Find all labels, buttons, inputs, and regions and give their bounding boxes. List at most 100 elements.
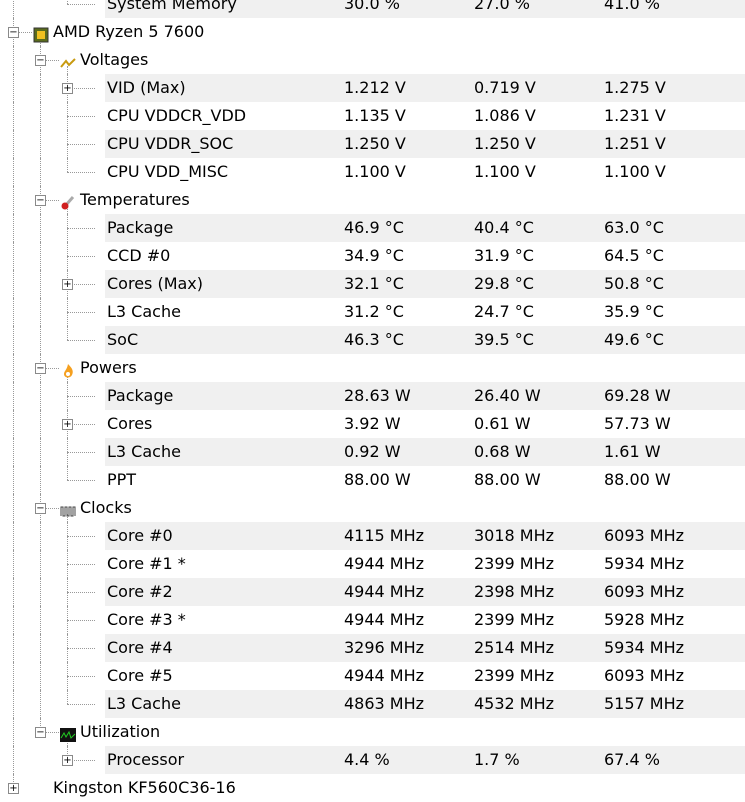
max-cell: 67.4 %	[604, 750, 660, 769]
expand-button[interactable]: +	[8, 783, 19, 794]
sensor-row[interactable]: L3 Cache 31.2 °C 24.7 °C 35.9 °C	[0, 298, 745, 326]
sensor-row[interactable]: Core #4 3296 MHz 2514 MHz 5934 MHz	[0, 634, 745, 662]
sensor-row[interactable]: L3 Cache 4863 MHz 4532 MHz 5157 MHz	[0, 690, 745, 718]
collapse-button[interactable]: −	[35, 727, 46, 738]
tree-line	[40, 242, 41, 270]
tree-line	[13, 466, 14, 494]
tree-line	[67, 690, 68, 704]
min-cell: 1.7 %	[474, 750, 520, 769]
collapse-button[interactable]: −	[35, 503, 46, 514]
group-row-voltages[interactable]: − Voltages	[0, 46, 745, 74]
tree-line	[18, 32, 32, 33]
collapse-button[interactable]: −	[35, 55, 46, 66]
tree-line	[40, 158, 41, 186]
tree-line	[45, 60, 59, 61]
tree-line	[40, 130, 41, 158]
sensor-row[interactable]: + VID (Max) 1.212 V 0.719 V 1.275 V	[0, 74, 745, 102]
tree-line	[13, 242, 14, 270]
max-cell: 5934 MHz	[604, 638, 685, 657]
sensor-row[interactable]: CCD #0 34.9 °C 31.9 °C 64.5 °C	[0, 242, 745, 270]
tree-line	[13, 382, 14, 410]
tree-line	[67, 158, 68, 172]
value-cell: 4944 MHz	[344, 582, 425, 601]
tree-line	[13, 410, 14, 438]
sensor-row[interactable]: CPU VDDCR_VDD 1.135 V 1.086 V 1.231 V	[0, 102, 745, 130]
sensor-row[interactable]: + Cores (Max) 32.1 °C 29.8 °C 50.8 °C	[0, 270, 745, 298]
min-cell: 88.00 W	[474, 470, 541, 489]
min-cell: 4532 MHz	[474, 694, 555, 713]
device-label: Kingston KF560C36-16	[53, 778, 236, 797]
collapse-button[interactable]: −	[35, 195, 46, 206]
max-cell: 1.231 V	[604, 106, 666, 125]
sensor-row[interactable]: Core #5 4944 MHz 2399 MHz 6093 MHz	[0, 662, 745, 690]
value-cell: 4944 MHz	[344, 610, 425, 629]
sensor-row[interactable]: Core #2 4944 MHz 2398 MHz 6093 MHz	[0, 578, 745, 606]
tree-line	[40, 466, 41, 494]
min-cell: 31.9 °C	[474, 246, 534, 265]
tree-line	[13, 718, 14, 746]
min-cell: 1.250 V	[474, 134, 536, 153]
tree-line	[67, 396, 95, 397]
min-cell: 40.4 °C	[474, 218, 534, 237]
tree-line	[45, 508, 59, 509]
collapse-button[interactable]: −	[35, 363, 46, 374]
sensor-label: CPU VDDR_SOC	[107, 134, 234, 153]
sensor-row[interactable]: PPT 88.00 W 88.00 W 88.00 W	[0, 466, 745, 494]
group-row-powers[interactable]: − Powers	[0, 354, 745, 382]
tree-line	[67, 648, 95, 649]
device-row[interactable]: + Kingston KF560C36-16	[0, 774, 745, 802]
sensor-label: L3 Cache	[107, 442, 181, 461]
tree-line	[45, 732, 59, 733]
tree-line	[13, 130, 14, 158]
group-row-utilization[interactable]: − Utilization	[0, 718, 745, 746]
tree-line	[13, 494, 14, 522]
tree-line	[13, 298, 14, 326]
sensor-row[interactable]: CPU VDD_MISC 1.100 V 1.100 V 1.100 V	[0, 158, 745, 186]
min-cell: 24.7 °C	[474, 302, 534, 321]
tree-line	[40, 606, 41, 634]
sensor-tree[interactable]: System Memory 30.0 % 27.0 % 41.0 % − AMD Ryze…	[0, 0, 745, 802]
max-cell: 69.28 W	[604, 386, 671, 405]
expand-button[interactable]: +	[62, 83, 73, 94]
sensor-row[interactable]: Core #0 4115 MHz 3018 MHz 6093 MHz	[0, 522, 745, 550]
sensor-label: L3 Cache	[107, 302, 181, 321]
tree-line	[67, 452, 95, 453]
value-cell: 31.2 °C	[344, 302, 404, 321]
min-cell: 1.086 V	[474, 106, 536, 125]
expand-button[interactable]: +	[62, 755, 73, 766]
sensor-row[interactable]: + Cores 3.92 W 0.61 W 57.73 W	[0, 410, 745, 438]
value-cell: 3.92 W	[344, 414, 401, 433]
sensor-label: L3 Cache	[107, 694, 181, 713]
max-cell: 88.00 W	[604, 470, 671, 489]
max-cell: 1.61 W	[604, 442, 661, 461]
max-cell: 50.8 °C	[604, 274, 664, 293]
tree-line	[40, 578, 41, 606]
tree-line	[45, 368, 59, 369]
tree-line	[13, 46, 14, 74]
sensor-row[interactable]: SoC 46.3 °C 39.5 °C 49.6 °C	[0, 326, 745, 354]
sensor-row[interactable]: Core #3 * 4944 MHz 2399 MHz 5928 MHz	[0, 606, 745, 634]
sensor-label: Package	[107, 386, 174, 405]
device-row[interactable]: − AMD Ryzen 5 7600	[0, 18, 745, 46]
sensor-row[interactable]: System Memory 30.0 % 27.0 % 41.0 %	[0, 0, 745, 18]
tree-line	[13, 578, 14, 606]
sensor-row[interactable]: + Processor 4.4 % 1.7 % 67.4 %	[0, 746, 745, 774]
sensor-label: CPU VDDCR_VDD	[107, 106, 247, 125]
max-cell: 35.9 °C	[604, 302, 664, 321]
sensor-row[interactable]: Core #1 * 4944 MHz 2399 MHz 5934 MHz	[0, 550, 745, 578]
tree-line	[40, 382, 41, 410]
tree-line	[13, 186, 14, 214]
min-cell: 0.61 W	[474, 414, 531, 433]
expand-button[interactable]: +	[62, 279, 73, 290]
collapse-button[interactable]: −	[8, 27, 19, 38]
value-cell: 46.3 °C	[344, 330, 404, 349]
sensor-row[interactable]: CPU VDDR_SOC 1.250 V 1.250 V 1.251 V	[0, 130, 745, 158]
sensor-row[interactable]: L3 Cache 0.92 W 0.68 W 1.61 W	[0, 438, 745, 466]
max-cell: 6093 MHz	[604, 666, 685, 685]
group-row-temperatures[interactable]: − Temperatures	[0, 186, 745, 214]
expand-button[interactable]: +	[62, 419, 73, 430]
group-row-clocks[interactable]: − Clocks	[0, 494, 745, 522]
sensor-row[interactable]: Package 46.9 °C 40.4 °C 63.0 °C	[0, 214, 745, 242]
sensor-row[interactable]: Package 28.63 W 26.40 W 69.28 W	[0, 382, 745, 410]
max-cell: 6093 MHz	[604, 526, 685, 545]
